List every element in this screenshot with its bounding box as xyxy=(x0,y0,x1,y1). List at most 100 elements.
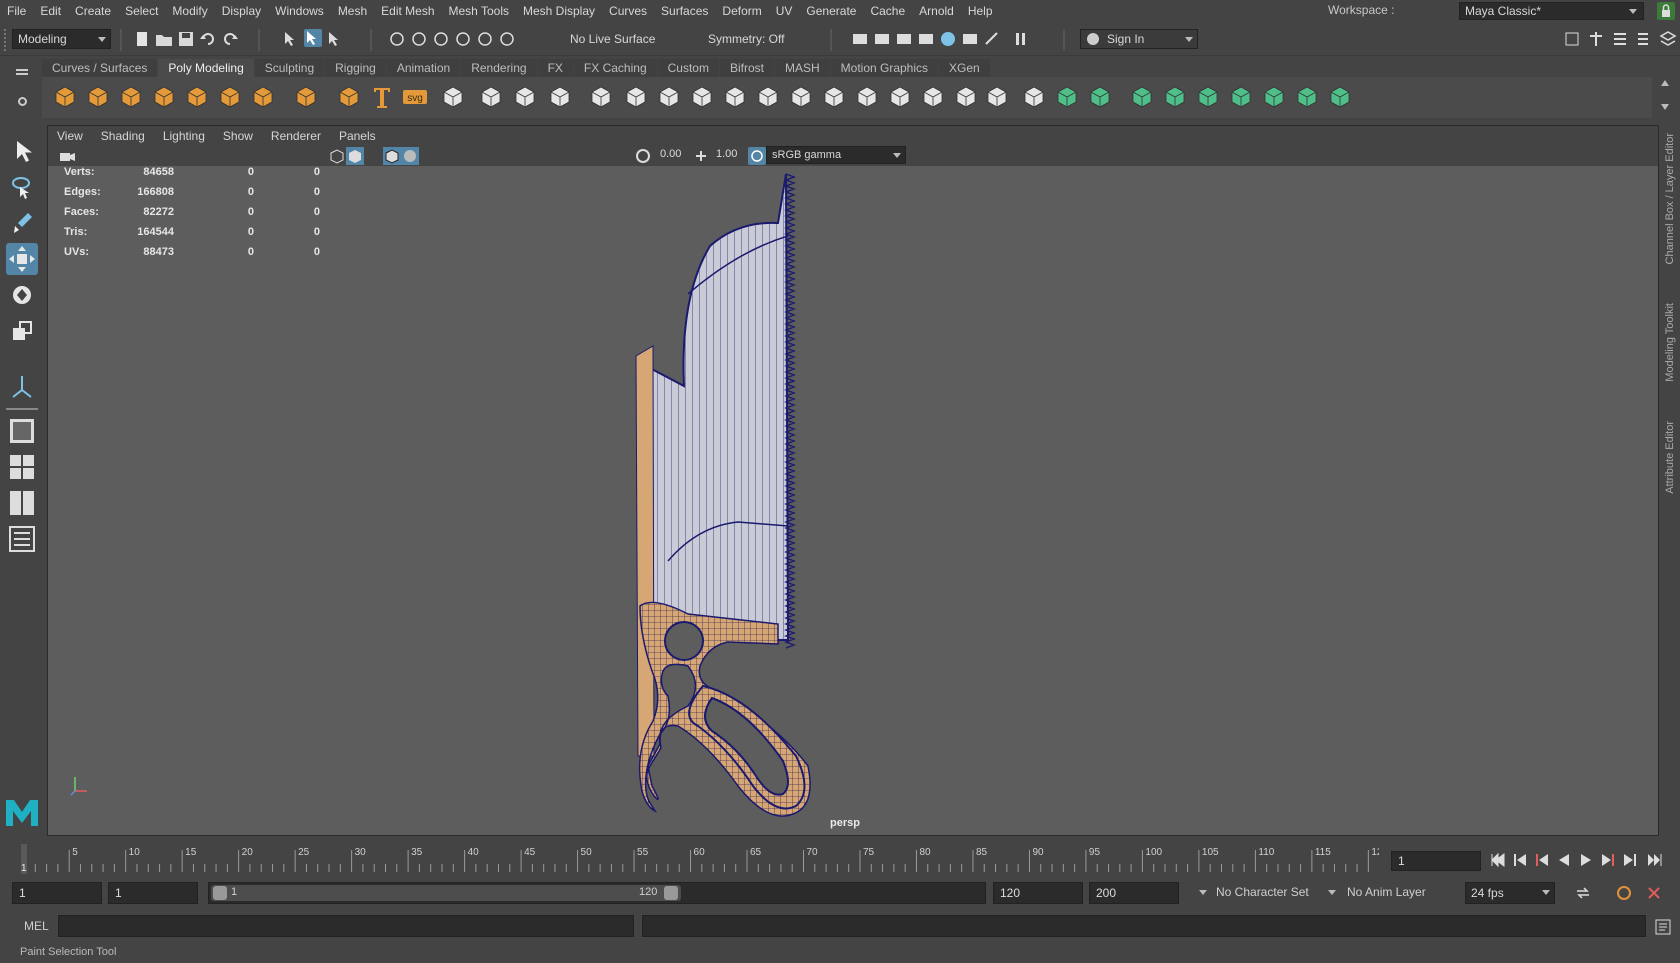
average-vertices-icon[interactable] xyxy=(547,84,573,110)
animation-start-field[interactable]: 1 xyxy=(12,882,102,904)
current-frame-field[interactable]: 1 xyxy=(1391,851,1481,871)
shelf-scroll-down-icon[interactable] xyxy=(1661,104,1669,110)
go-to-end-icon[interactable] xyxy=(1646,852,1662,868)
shelf-tab-custom[interactable]: Custom xyxy=(657,59,719,77)
layout-uv-icon[interactable] xyxy=(1294,84,1320,110)
panel-menu-view[interactable]: View xyxy=(48,129,92,143)
workspace-dropdown[interactable]: Maya Classic* xyxy=(1459,2,1644,20)
gamma-field[interactable]: 1.00 xyxy=(710,146,746,164)
ipr-render-icon[interactable] xyxy=(895,30,913,48)
modeling-toolkit-tab[interactable]: Modeling Toolkit xyxy=(1664,303,1676,382)
poly-torus-icon[interactable] xyxy=(184,84,210,110)
move-tool[interactable] xyxy=(6,243,38,275)
shelf-tab-motion-graphics[interactable]: Motion Graphics xyxy=(830,59,939,77)
open-scene-icon[interactable] xyxy=(155,30,173,48)
menu-mesh-display[interactable]: Mesh Display xyxy=(516,4,602,18)
paint-select-tool[interactable] xyxy=(6,207,38,239)
shelf-tab-fx[interactable]: FX xyxy=(537,59,573,77)
modeling-toolkit-toggle-icon[interactable] xyxy=(1563,30,1581,48)
shelf-menu-icon[interactable] xyxy=(16,69,28,71)
attribute-editor-toggle-icon[interactable] xyxy=(1587,30,1605,48)
scale-tool[interactable] xyxy=(6,315,38,347)
mirror-icon[interactable] xyxy=(788,84,814,110)
panel-menu-lighting[interactable]: Lighting xyxy=(154,129,214,143)
menu-generate[interactable]: Generate xyxy=(799,4,863,18)
menu-arnold[interactable]: Arnold xyxy=(912,4,961,18)
command-language-label[interactable]: MEL xyxy=(24,919,49,933)
camera-icon[interactable] xyxy=(58,148,76,166)
single-perspective-layout-button[interactable] xyxy=(6,415,38,447)
range-slider[interactable]: 1 120 xyxy=(208,882,986,904)
select-hierarchy-icon[interactable] xyxy=(282,30,300,48)
menu-windows[interactable]: Windows xyxy=(268,4,331,18)
poly-disc-icon[interactable] xyxy=(250,84,276,110)
menu-help[interactable]: Help xyxy=(961,4,1000,18)
menu-select[interactable]: Select xyxy=(118,4,165,18)
shelf-tab-curves-surfaces[interactable]: Curves / Surfaces xyxy=(42,59,158,77)
hypershade-icon[interactable] xyxy=(939,30,957,48)
cylindrical-mapping-icon[interactable] xyxy=(1087,84,1113,110)
platonic-solid-icon[interactable] xyxy=(293,84,319,110)
xray-icon[interactable] xyxy=(401,147,419,165)
target-weld-icon[interactable] xyxy=(920,84,946,110)
play-backwards-icon[interactable] xyxy=(1556,852,1572,868)
panel-menu-renderer[interactable]: Renderer xyxy=(262,129,330,143)
svg-icon[interactable]: svg xyxy=(402,84,428,110)
extrude-icon[interactable] xyxy=(689,84,715,110)
shelf-tab-bifrost[interactable]: Bifrost xyxy=(719,59,774,77)
snap-point-icon[interactable] xyxy=(432,30,450,48)
menu-edit-mesh[interactable]: Edit Mesh xyxy=(374,4,441,18)
wireframe-on-shaded-icon[interactable] xyxy=(383,147,401,165)
poke-icon[interactable] xyxy=(755,84,781,110)
connect-icon[interactable] xyxy=(953,84,979,110)
playback-end-field[interactable]: 120 xyxy=(993,882,1083,904)
snap-surface-icon[interactable] xyxy=(498,30,516,48)
spherical-mapping-icon[interactable] xyxy=(1129,84,1155,110)
shelf-tab-rendering[interactable]: Rendering xyxy=(461,59,537,77)
shelf-scroll-up-icon[interactable] xyxy=(1661,80,1669,86)
menu-mesh[interactable]: Mesh xyxy=(331,4,374,18)
extract-icon[interactable] xyxy=(854,84,880,110)
circularize-icon[interactable] xyxy=(821,84,847,110)
panel-menu-show[interactable]: Show xyxy=(214,129,262,143)
render-current-icon[interactable] xyxy=(873,30,891,48)
render-settings-icon[interactable] xyxy=(917,30,935,48)
color-management-icon[interactable] xyxy=(748,147,766,165)
animation-end-field[interactable]: 200 xyxy=(1089,882,1179,904)
save-scene-icon[interactable] xyxy=(177,30,195,48)
playback-start-field[interactable]: 1 xyxy=(108,882,198,904)
automatic-mapping-icon[interactable] xyxy=(1162,84,1188,110)
super-shape-icon[interactable] xyxy=(336,84,362,110)
select-object-icon[interactable] xyxy=(304,29,322,47)
shelf-tab-fx-caching[interactable]: FX Caching xyxy=(573,59,657,77)
menu-edit[interactable]: Edit xyxy=(33,4,68,18)
go-to-start-icon[interactable] xyxy=(1490,852,1506,868)
live-surface-field[interactable]: No Live Surface xyxy=(565,30,675,50)
command-input[interactable] xyxy=(58,915,634,937)
camera-based-mapping-icon[interactable] xyxy=(1195,84,1221,110)
snap-view-plane-icon[interactable] xyxy=(454,30,472,48)
type-icon[interactable] xyxy=(369,84,395,110)
tool-settings-toggle-icon[interactable] xyxy=(1611,30,1629,48)
range-slider-bar[interactable] xyxy=(211,885,681,901)
play-forwards-icon[interactable] xyxy=(1578,852,1594,868)
exposure-field[interactable]: 0.00 xyxy=(654,146,690,164)
menu-deform[interactable]: Deform xyxy=(715,4,768,18)
separate-icon[interactable] xyxy=(478,84,504,110)
step-forward-key-icon[interactable] xyxy=(1622,852,1638,868)
menu-curves[interactable]: Curves xyxy=(602,4,654,18)
menu-set-dropdown[interactable]: Modeling xyxy=(12,29,111,49)
channel-box-toggle-icon[interactable] xyxy=(1635,30,1653,48)
unfold-icon[interactable] xyxy=(1261,84,1287,110)
menu-cache[interactable]: Cache xyxy=(863,4,912,18)
rotate-tool[interactable] xyxy=(6,279,38,311)
snap-curve-icon[interactable] xyxy=(410,30,428,48)
outliner-layout-button[interactable] xyxy=(6,523,38,555)
anim-layer-dropdown[interactable]: No Anim Layer xyxy=(1325,882,1445,904)
snap-grid-icon[interactable] xyxy=(388,30,406,48)
multi-cut-icon[interactable] xyxy=(887,84,913,110)
redo-icon[interactable] xyxy=(221,30,239,48)
animation-preferences-icon[interactable] xyxy=(1645,884,1663,902)
panel-menu-panels[interactable]: Panels xyxy=(330,129,385,143)
auto-key-icon[interactable] xyxy=(1615,884,1633,902)
